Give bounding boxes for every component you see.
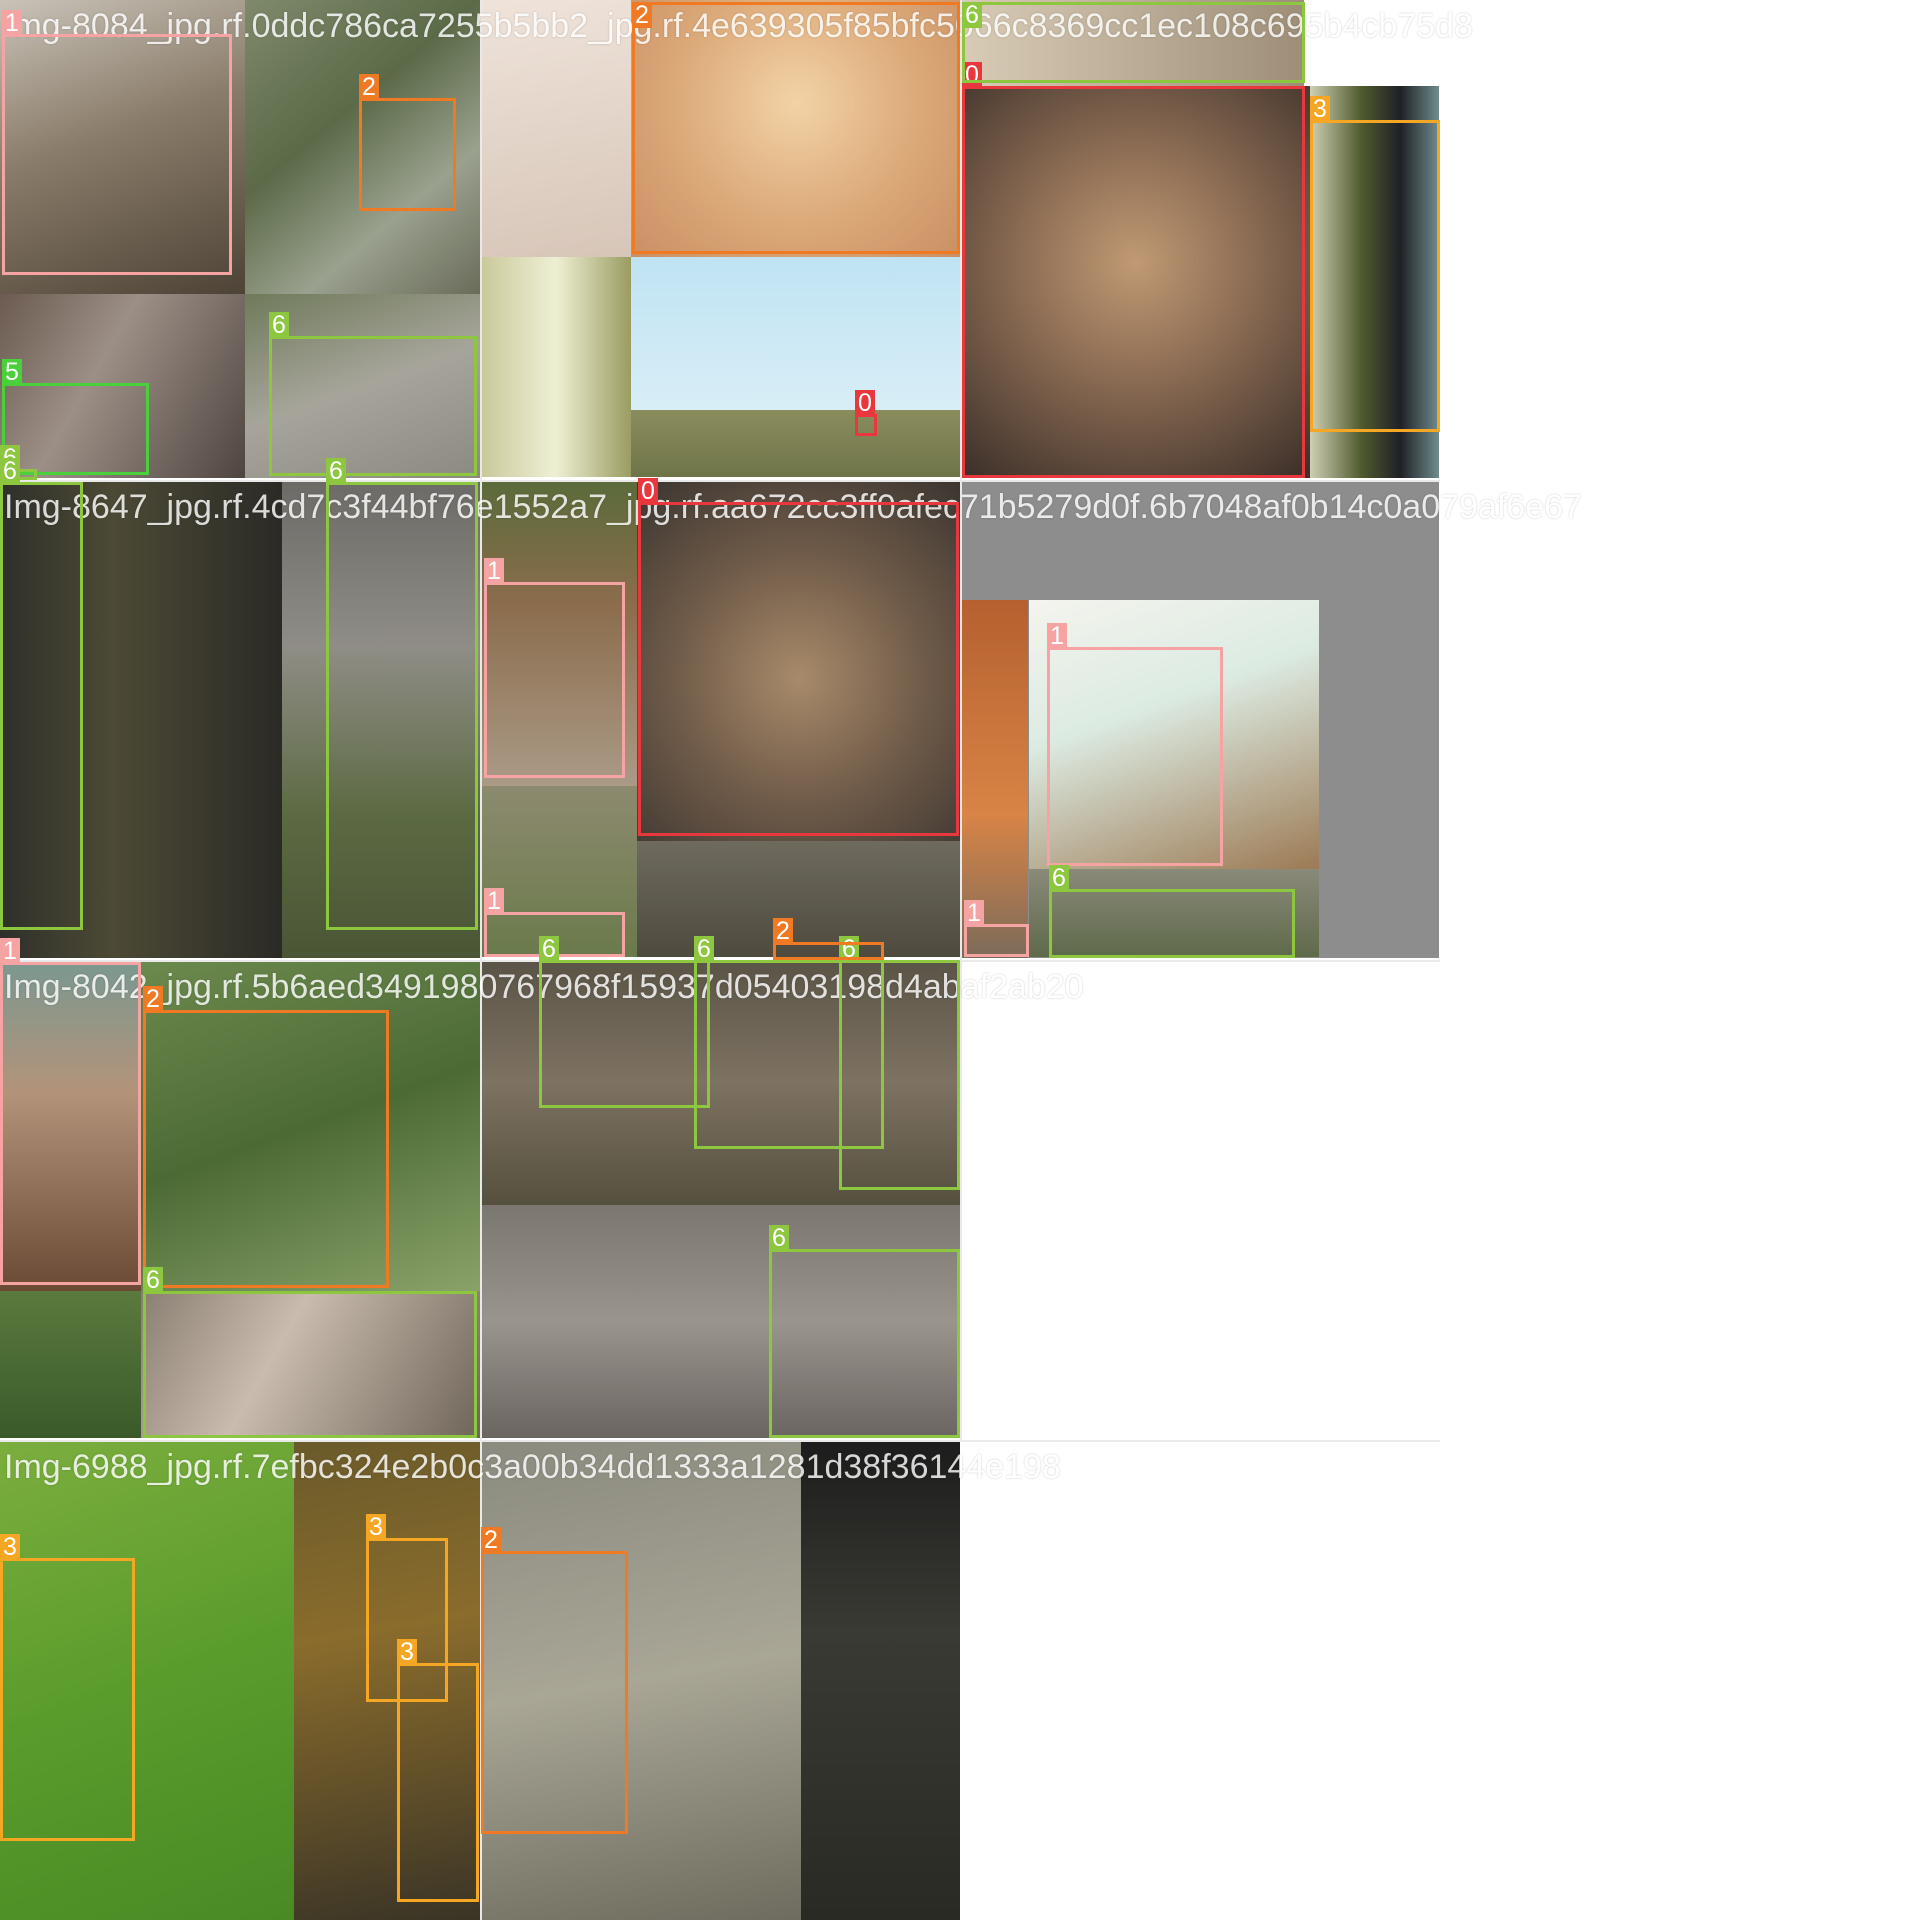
detection-box: 2 xyxy=(359,74,456,211)
detection-box: 6 xyxy=(769,1225,960,1438)
class-label: 6 xyxy=(769,1225,789,1251)
class-label: 0 xyxy=(855,390,875,416)
class-label: 6 xyxy=(0,458,20,484)
detection-box: 6 xyxy=(1049,865,1295,958)
class-label: 2 xyxy=(773,918,793,944)
detection-box: 6 xyxy=(326,458,478,930)
detection-box: 6 xyxy=(539,936,710,1108)
detection-box: 6 xyxy=(143,1267,477,1438)
detection-box: 0 xyxy=(638,478,959,836)
photo-patch xyxy=(801,1440,960,1920)
class-label: 2 xyxy=(632,2,652,28)
photo-patch xyxy=(0,1291,141,1438)
detection-box: 1 xyxy=(964,900,1029,957)
class-label: 2 xyxy=(481,1527,501,1553)
class-label: 1 xyxy=(0,938,20,964)
class-label: 2 xyxy=(359,74,379,100)
class-label: 0 xyxy=(638,478,658,504)
class-label: 6 xyxy=(143,1267,163,1293)
class-label: 1 xyxy=(484,558,504,584)
class-label: 6 xyxy=(694,936,714,962)
detection-box: 1 xyxy=(0,938,141,1285)
detection-box: 6 xyxy=(839,936,960,1190)
photo-patch xyxy=(631,257,962,410)
photo-patch xyxy=(480,257,631,477)
detection-box: 3 xyxy=(0,1534,135,1841)
class-label: 6 xyxy=(539,936,559,962)
class-label: 1 xyxy=(1047,623,1067,649)
detection-box: 2 xyxy=(632,2,960,254)
class-label: 3 xyxy=(397,1639,417,1665)
class-label: 2 xyxy=(143,986,163,1012)
photo-patch xyxy=(637,841,961,957)
detection-box: 1 xyxy=(2,10,232,275)
class-label: 5 xyxy=(2,359,22,385)
detection-box: 6 xyxy=(269,312,477,476)
class-label: 3 xyxy=(0,1534,20,1560)
photo-patch xyxy=(631,410,962,477)
detection-box: 3 xyxy=(397,1639,479,1902)
class-label: 6 xyxy=(1049,865,1069,891)
class-label: 3 xyxy=(366,1514,386,1540)
detection-box: 2 xyxy=(143,986,389,1288)
detection-box: 6 xyxy=(962,2,1305,83)
detection-box: 1 xyxy=(1047,623,1223,866)
detection-box: 0 xyxy=(855,390,877,436)
grid-divider xyxy=(0,1440,1440,1442)
class-label: 1 xyxy=(484,888,504,914)
detection-box: 2 xyxy=(481,1527,628,1834)
class-label: 1 xyxy=(964,900,984,926)
detection-box: 3 xyxy=(1310,96,1440,432)
class-label: 3 xyxy=(1310,96,1330,122)
detection-box: 0 xyxy=(962,62,1305,478)
grid-divider xyxy=(0,480,1440,482)
image-caption: Img-6988_jpg.rf.7efbc324e2b0c3a00b34dd13… xyxy=(4,1448,1061,1486)
class-label: 1 xyxy=(2,10,22,36)
class-label: 6 xyxy=(326,458,346,484)
detection-box: 6 xyxy=(0,458,83,930)
class-label: 6 xyxy=(269,312,289,338)
detection-box: 5 xyxy=(2,359,149,475)
detection-box: 1 xyxy=(484,558,625,778)
class-label: 6 xyxy=(962,2,982,28)
detection-box: 2 xyxy=(773,918,884,960)
